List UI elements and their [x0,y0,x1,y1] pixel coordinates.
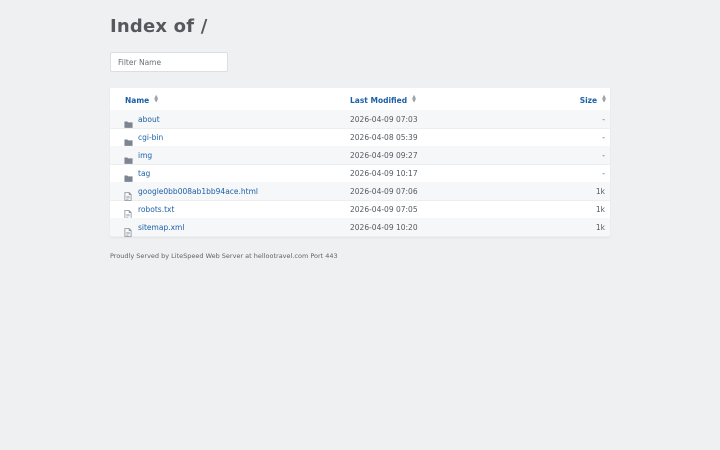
server-footer: Proudly Served by LiteSpeed Web Server a… [110,252,338,260]
entry-size: 1k [595,223,605,232]
table-row: robots.txt 2026-04-09 07:05 1k [110,200,610,219]
header-name-label: Name [125,96,150,105]
entry-size: 1k [595,187,605,196]
sort-by-name-button[interactable]: Name ▲ ▼ [125,94,159,106]
entry-modified: 2026-04-09 07:06 [350,187,418,196]
table-row: tag 2026-04-09 10:17 - [110,164,610,183]
entry-modified: 2026-04-09 09:27 [350,151,418,160]
folder-icon [124,150,133,164]
page-title: Index of / [110,16,208,37]
header-modified-label: Last Modified [350,96,408,105]
file-icon [124,222,133,237]
entry-link[interactable]: sitemap.xml [138,223,184,232]
entry-modified: 2026-04-09 07:05 [350,205,418,214]
folder-icon [124,168,133,182]
entry-modified: 2026-04-09 10:20 [350,223,418,232]
entry-link[interactable]: google0bb008ab1bb94ace.html [138,187,258,196]
entry-link[interactable]: img [138,151,152,160]
entry-size: - [602,169,605,178]
file-icon [124,204,133,219]
entry-modified: 2026-04-09 07:03 [350,115,418,124]
table-row: google0bb008ab1bb94ace.html 2026-04-09 07… [110,182,610,201]
sort-arrows-icon: ▲ ▼ [602,94,606,104]
entry-link[interactable]: about [138,115,160,124]
table-header: Name ▲ ▼ Last Modified ▲ ▼ Size ▲ ▼ [110,88,610,111]
table-row: about 2026-04-09 07:03 - [110,110,610,129]
entry-modified: 2026-04-08 05:39 [350,133,418,142]
entry-link[interactable]: tag [138,169,150,178]
table-row: sitemap.xml 2026-04-09 10:20 1k [110,218,610,237]
filter-input[interactable] [110,52,228,72]
file-table: Name ▲ ▼ Last Modified ▲ ▼ Size ▲ ▼ about 2026-… [110,88,610,237]
entry-link[interactable]: robots.txt [138,205,174,214]
table-row: img 2026-04-09 09:27 - [110,146,610,165]
entry-size: - [602,133,605,142]
header-size-label: Size [579,96,598,105]
folder-icon [124,132,133,146]
table-row: cgi-bin 2026-04-08 05:39 - [110,128,610,147]
sort-by-size-button[interactable]: Size ▲ ▼ [579,94,606,106]
file-icon [124,186,133,201]
sort-arrows-icon: ▲ ▼ [412,94,416,104]
entry-size: - [602,115,605,124]
folder-icon [124,114,133,128]
entry-size: - [602,151,605,160]
sort-by-modified-button[interactable]: Last Modified ▲ ▼ [350,94,416,106]
sort-arrows-icon: ▲ ▼ [154,94,159,104]
entry-link[interactable]: cgi-bin [138,133,163,142]
entry-modified: 2026-04-09 10:17 [350,169,418,178]
entry-size: 1k [595,205,605,214]
